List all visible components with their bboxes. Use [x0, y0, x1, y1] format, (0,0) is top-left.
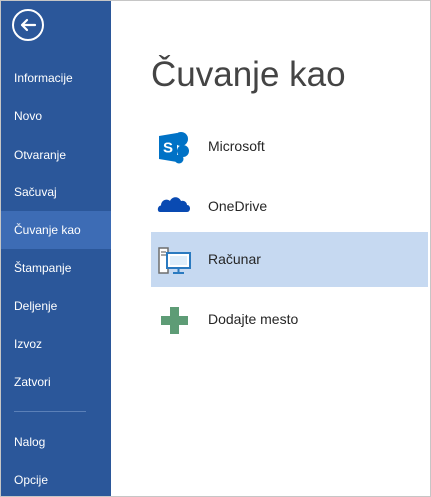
place-racunar[interactable]: Računar	[151, 232, 428, 287]
onedrive-cloud-icon	[156, 189, 192, 225]
sidebar-item-label: Opcije	[14, 473, 49, 487]
page-title: Čuvanje kao	[151, 55, 346, 94]
place-label: OneDrive	[208, 198, 268, 214]
sidebar-item-label: Otvaranje	[14, 148, 67, 162]
place-add[interactable]: Dodajte mesto	[151, 292, 428, 347]
sidebar-item-stampanje[interactable]: Štampanje	[1, 249, 111, 287]
sharepoint-icon: S	[156, 129, 192, 165]
sidebar-item-cuvanje-kao[interactable]: Čuvanje kao	[1, 211, 111, 249]
backstage-window: Informacije Novo Otvaranje Sačuvaj Čuvan…	[0, 0, 431, 497]
back-arrow-icon	[20, 18, 37, 32]
sidebar-item-label: Izvoz	[14, 337, 43, 351]
sidebar-item-label: Deljenje	[14, 299, 58, 313]
backstage-sidebar: Informacije Novo Otvaranje Sačuvaj Čuvan…	[1, 1, 111, 496]
sidebar-item-opcije[interactable]: Opcije	[1, 461, 111, 496]
place-label: Microsoft	[208, 138, 265, 154]
sidebar-item-label: Sačuvaj	[14, 185, 57, 199]
computer-icon	[156, 242, 192, 278]
save-as-panel: Čuvanje kao S Microsoft OneDrive Računar…	[111, 1, 430, 496]
sidebar-item-otvaranje[interactable]: Otvaranje	[1, 136, 111, 174]
sidebar-item-label: Štampanje	[14, 261, 72, 275]
sidebar-item-novo[interactable]: Novo	[1, 97, 111, 135]
sidebar-divider	[14, 411, 86, 412]
sidebar-item-label: Novo	[14, 109, 43, 123]
sidebar-item-izvoz[interactable]: Izvoz	[1, 325, 111, 363]
plus-icon	[156, 302, 192, 338]
sidebar-item-zatvori[interactable]: Zatvori	[1, 363, 111, 401]
place-label: Računar	[208, 251, 261, 267]
sidebar-item-label: Zatvori	[14, 375, 51, 389]
sidebar-item-deljenje[interactable]: Deljenje	[1, 287, 111, 325]
sidebar-item-sacuvaj[interactable]: Sačuvaj	[1, 173, 111, 211]
sidebar-item-label: Nalog	[14, 435, 46, 449]
place-onedrive[interactable]: OneDrive	[151, 179, 428, 234]
place-microsoft[interactable]: S Microsoft	[151, 119, 428, 174]
sidebar-item-informacije[interactable]: Informacije	[1, 59, 111, 97]
back-button[interactable]	[12, 9, 44, 41]
sidebar-item-nalog[interactable]: Nalog	[1, 423, 111, 461]
sidebar-item-label: Čuvanje kao	[14, 223, 81, 237]
place-label: Dodajte mesto	[208, 311, 299, 327]
svg-text:S: S	[163, 140, 173, 157]
sidebar-item-label: Informacije	[14, 71, 73, 85]
